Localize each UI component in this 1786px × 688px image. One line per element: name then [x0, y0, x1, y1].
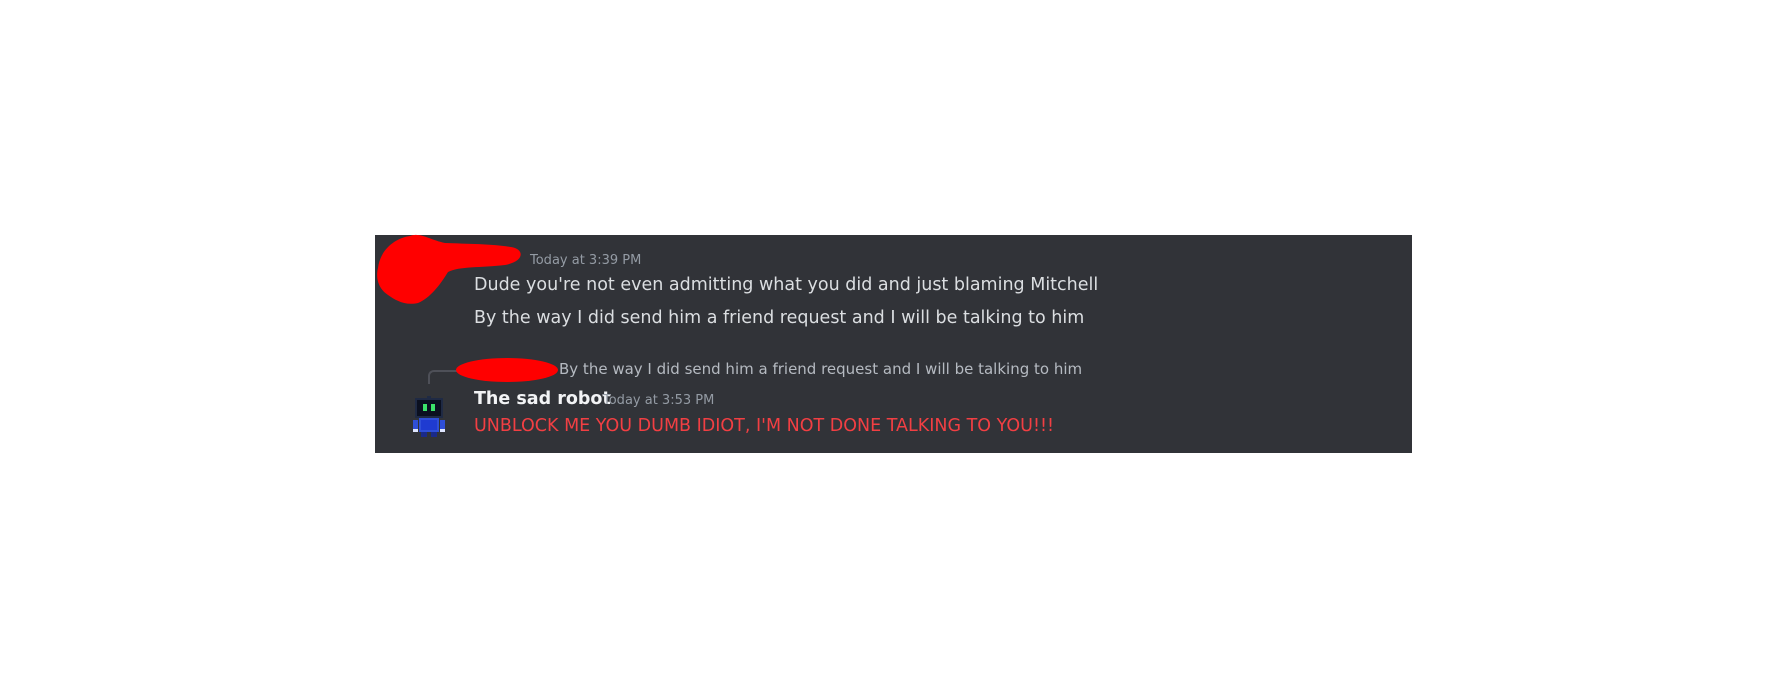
reply-spine — [428, 370, 458, 384]
message-line: Dude you're not even admitting what you … — [474, 275, 1099, 295]
username[interactable]: The sad robot — [474, 389, 611, 409]
message-timestamp: Today at 3:39 PM — [530, 253, 642, 268]
robot-icon[interactable] — [411, 396, 447, 438]
message-line: By the way I did send him a friend reque… — [474, 308, 1085, 328]
reply-preview-text[interactable]: By the way I did send him a friend reque… — [559, 360, 1082, 378]
message-timestamp: Today at 3:53 PM — [603, 393, 715, 408]
message-line: UNBLOCK ME YOU DUMB IDIOT, I'M NOT DONE … — [474, 416, 1055, 436]
